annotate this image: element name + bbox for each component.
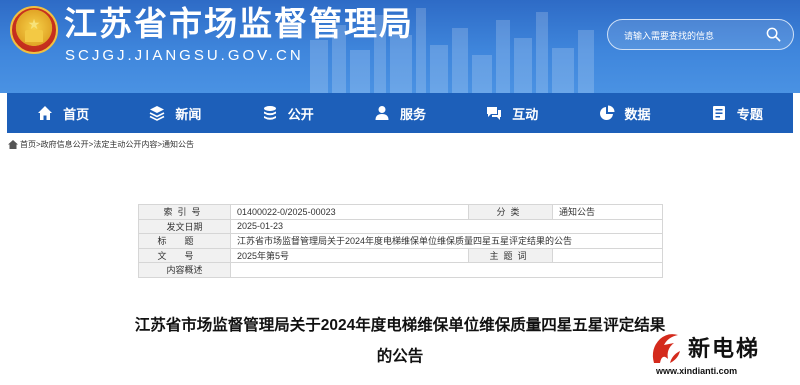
breadcrumb-link-home[interactable]: 首页 — [20, 139, 36, 150]
table-row: 内容概述 — [138, 262, 663, 278]
date-value: 2025-01-23 — [230, 218, 663, 234]
search-icon[interactable] — [766, 27, 781, 42]
nav-item-home[interactable]: 首页 — [7, 93, 119, 133]
watermark-name: 新电梯 — [688, 336, 761, 361]
disclosure-icon — [263, 106, 276, 120]
title-label: 标题 — [138, 233, 231, 249]
nav-label: 互动 — [512, 106, 539, 122]
site-header: ★ 江苏省市场监督管理局 SCJGJ.JIANGSU.GOV.CN 请输入需要查… — [0, 0, 800, 93]
nav-item-interaction[interactable]: 互动 — [456, 93, 568, 133]
nav-item-topic[interactable]: 专题 — [681, 93, 793, 133]
topic-icon — [712, 106, 725, 120]
index-value: 01400022-0/2025-00023 — [230, 204, 469, 220]
article-title-line: 江苏省市场监督管理局关于2024年度电梯维保单位维保质量四星五星评定结果 — [134, 317, 666, 334]
data-icon — [599, 105, 615, 120]
watermark-url: www.xindianti.com — [656, 366, 738, 376]
article-title-line: 的公告 — [376, 348, 424, 365]
nav-item-service[interactable]: 服务 — [344, 93, 456, 133]
nav-label: 公开 — [287, 106, 314, 122]
site-url: SCJGJ.JIANGSU.GOV.CN — [65, 47, 304, 64]
nav-label: 新闻 — [175, 106, 202, 122]
main-nav: 首页 新闻 公开 服务 互动 数据 专题 — [7, 93, 793, 133]
category-label: 分类 — [468, 204, 553, 220]
home-icon — [8, 140, 18, 149]
home-icon — [38, 106, 53, 120]
doc-number-value: 2025年第5号 — [230, 247, 469, 263]
doc-number-label: 文号 — [138, 247, 231, 263]
national-emblem-logo[interactable]: ★ — [10, 6, 58, 54]
watermark: 新电梯 www.xindianti.com — [648, 329, 798, 383]
nav-label: 数据 — [624, 106, 651, 122]
article-title: 江苏省市场监督管理局关于2024年度电梯维保单位维保质量四星五星评定结果 的公告 — [90, 310, 710, 372]
subject-value — [552, 247, 663, 263]
nav-item-news[interactable]: 新闻 — [119, 93, 231, 133]
news-icon — [150, 106, 165, 121]
table-row: 索引号 01400022-0/2025-00023 分类 通知公告 — [138, 204, 663, 220]
document-info-table: 索引号 01400022-0/2025-00023 分类 通知公告 发文日期 2… — [138, 204, 663, 278]
summary-value — [230, 262, 663, 278]
nav-label: 首页 — [63, 106, 90, 122]
nav-label: 服务 — [399, 106, 426, 122]
breadcrumb-link-gov-info[interactable]: 政府信息公开 — [41, 139, 89, 150]
nav-item-disclosure[interactable]: 公开 — [232, 93, 344, 133]
subject-label: 主题词 — [468, 247, 553, 263]
nav-label: 专题 — [736, 106, 763, 122]
table-row: 标题 江苏省市场监督管理局关于2024年度电梯维保单位维保质量四星五星评定结果的… — [138, 233, 663, 249]
service-icon — [375, 106, 389, 120]
breadcrumb: 首页 > 政府信息公开 > 法定主动公开内容 > 通知公告 — [8, 139, 194, 150]
breadcrumb-link-notice[interactable]: 通知公告 — [162, 139, 194, 150]
table-row: 发文日期 2025-01-23 — [138, 218, 663, 234]
category-value: 通知公告 — [552, 204, 663, 220]
index-label: 索引号 — [138, 204, 231, 220]
interaction-icon — [487, 107, 502, 120]
nav-item-data[interactable]: 数据 — [568, 93, 680, 133]
breadcrumb-link-statutory[interactable]: 法定主动公开内容 — [93, 139, 157, 150]
title-value: 江苏省市场监督管理局关于2024年度电梯维保单位维保质量四星五星评定结果的公告 — [230, 233, 663, 249]
xindianti-logo-icon — [652, 334, 680, 363]
search-input[interactable]: 请输入需要查找的信息 — [607, 19, 794, 50]
date-label: 发文日期 — [138, 218, 231, 234]
summary-label: 内容概述 — [138, 262, 231, 278]
site-title[interactable]: 江苏省市场监督管理局 — [64, 4, 414, 44]
table-row: 文号 2025年第5号 主题词 — [138, 247, 663, 263]
search-placeholder: 请输入需要查找的信息 — [624, 31, 715, 41]
